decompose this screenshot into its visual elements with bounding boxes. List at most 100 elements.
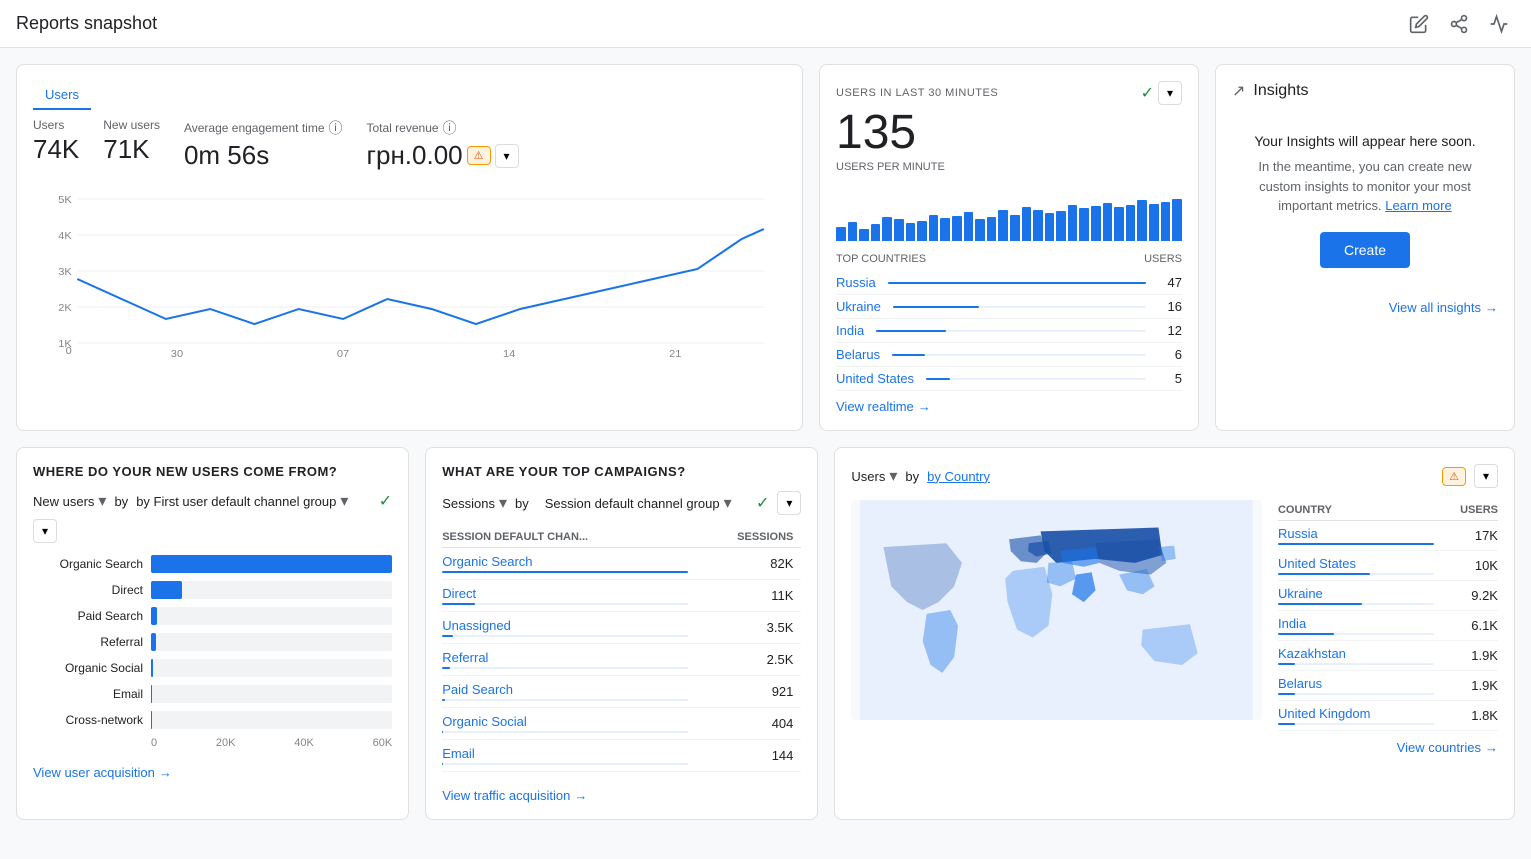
channel-link[interactable]: Organic Social [442, 714, 527, 729]
sources-filter-chip[interactable]: by First user default channel group ▾ [136, 491, 348, 511]
sessions-cell: 404 [696, 708, 802, 740]
channel-cell: Organic Social [442, 708, 695, 740]
hbar-fill [151, 633, 156, 651]
view-realtime-link[interactable]: View realtime → [836, 399, 1182, 414]
country-count: 6 [1158, 347, 1182, 362]
rt-bar [1010, 215, 1020, 241]
engagement-info-icon[interactable]: ⓘ [329, 118, 343, 138]
rt-bar [929, 215, 939, 241]
map-country-link[interactable]: Belarus [1278, 676, 1322, 691]
map-users-cell: 17K [1434, 521, 1498, 551]
channel-link[interactable]: Referral [442, 650, 488, 665]
rt-bar [1056, 211, 1066, 241]
country-name[interactable]: Ukraine [836, 299, 881, 314]
sessions-cell: 144 [696, 740, 802, 772]
countries-list: Russia 47 Ukraine 16 India 12 Belarus 6 … [836, 271, 1182, 391]
map-metric-chip[interactable]: Users ▾ [851, 466, 897, 486]
sources-options-btn[interactable]: ▾ [33, 519, 57, 543]
hbar-row: Paid Search [33, 607, 392, 625]
channel-link[interactable]: Email [442, 746, 475, 761]
svg-text:Apr: Apr [168, 358, 186, 359]
map-col-country: COUNTRY [1278, 500, 1434, 521]
campaigns-chevron-icon: ▾ [499, 493, 507, 513]
rt-dropdown-btn[interactable]: ▾ [1158, 81, 1182, 105]
campaigns-metric-chip[interactable]: Sessions ▾ [442, 493, 507, 513]
country-name[interactable]: India [836, 323, 864, 338]
country-name[interactable]: United States [836, 371, 914, 386]
country-name[interactable]: Russia [836, 275, 876, 290]
map-country-cell: Russia [1278, 521, 1434, 551]
channel-link[interactable]: Organic Search [442, 554, 532, 569]
revenue-dropdown-btn[interactable]: ▾ [495, 144, 519, 168]
channel-cell: Email [442, 740, 695, 772]
country-bar [926, 378, 950, 380]
country-name[interactable]: Belarus [836, 347, 880, 362]
table-row: Direct 11K [442, 580, 801, 612]
cbar-wrap [1278, 573, 1434, 575]
view-all-insights-link[interactable]: View all insights → [1232, 300, 1498, 315]
hbar-label: Direct [33, 583, 143, 597]
sources-filter-chevron-icon: ▾ [340, 491, 348, 511]
table-row: Paid Search 921 [442, 676, 801, 708]
map-users-cell: 1.9K [1434, 641, 1498, 671]
rt-bar [1172, 199, 1182, 241]
country-bar-wrap [888, 282, 1146, 284]
map-country-cell: Belarus [1278, 671, 1434, 701]
rt-bar [952, 216, 962, 241]
country-count: 16 [1158, 299, 1182, 314]
map-country-link[interactable]: United Kingdom [1278, 706, 1371, 721]
sources-filter-bar: New users ▾ by by First user default cha… [33, 491, 392, 543]
map-country-link[interactable]: United States [1278, 556, 1356, 571]
learn-more-link[interactable]: Learn more [1385, 198, 1451, 213]
sources-metric-chip[interactable]: New users ▾ [33, 491, 106, 511]
map-country-link[interactable]: Kazakhstan [1278, 646, 1346, 661]
country-row: Russia 47 [836, 271, 1182, 295]
sources-chevron-icon: ▾ [98, 491, 106, 511]
hbar-row: Referral [33, 633, 392, 651]
table-row: United Kingdom 1.8K [1278, 701, 1498, 731]
channel-bar [442, 731, 443, 733]
map-country-link[interactable]: Ukraine [1278, 586, 1323, 601]
view-traffic-acquisition-link[interactable]: View traffic acquisition → [442, 788, 801, 803]
check-icon-campaigns: ✓ [756, 493, 769, 513]
table-row: Referral 2.5K [442, 644, 801, 676]
revenue-info-icon[interactable]: ⓘ [443, 118, 457, 138]
rt-bar [998, 210, 1008, 241]
country-count: 12 [1158, 323, 1182, 338]
customize-button[interactable] [1483, 8, 1515, 40]
channel-link[interactable]: Direct [442, 586, 476, 601]
dashboard: Users Users 74K New users 71K Average en… [0, 48, 1531, 836]
campaigns-filter-chip[interactable]: Session default channel group ▾ [545, 493, 732, 513]
map-country-link[interactable]: India [1278, 616, 1306, 631]
table-row: Organic Social 404 [442, 708, 801, 740]
check-icon: ✓ [1141, 83, 1154, 103]
map-users-cell: 6.1K [1434, 611, 1498, 641]
view-user-acquisition-link[interactable]: View user acquisition → [33, 765, 392, 780]
cbar [1278, 723, 1295, 725]
create-button[interactable]: Create [1320, 232, 1410, 268]
channel-link[interactable]: Paid Search [442, 682, 513, 697]
hbar-label: Referral [33, 635, 143, 649]
hbar-fill [151, 659, 153, 677]
campaigns-options-btn[interactable]: ▾ [777, 491, 801, 515]
country-bar-wrap [876, 330, 1146, 332]
rt-bar [882, 217, 892, 241]
metric-new-users-label: New users [103, 118, 160, 132]
rt-bar [1114, 207, 1124, 241]
tab-users[interactable]: Users [33, 81, 91, 110]
campaigns-filter-bar: Sessions ▾ by Session default channel gr… [442, 491, 801, 515]
sessions-cell: 921 [696, 676, 802, 708]
view-countries-link[interactable]: View countries → [851, 740, 1498, 755]
rt-bar [1161, 202, 1171, 241]
rt-bar [1079, 208, 1089, 241]
map-country-cell: United States [1278, 551, 1434, 581]
edit-button[interactable] [1403, 8, 1435, 40]
map-country-link[interactable]: Russia [1278, 526, 1318, 541]
channel-bar [442, 699, 445, 701]
map-col-users: USERS [1434, 500, 1498, 521]
hbar-label: Paid Search [33, 609, 143, 623]
channel-link[interactable]: Unassigned [442, 618, 511, 633]
table-row: Unassigned 3.5K [442, 612, 801, 644]
map-options-btn[interactable]: ▾ [1474, 464, 1498, 488]
share-button[interactable] [1443, 8, 1475, 40]
